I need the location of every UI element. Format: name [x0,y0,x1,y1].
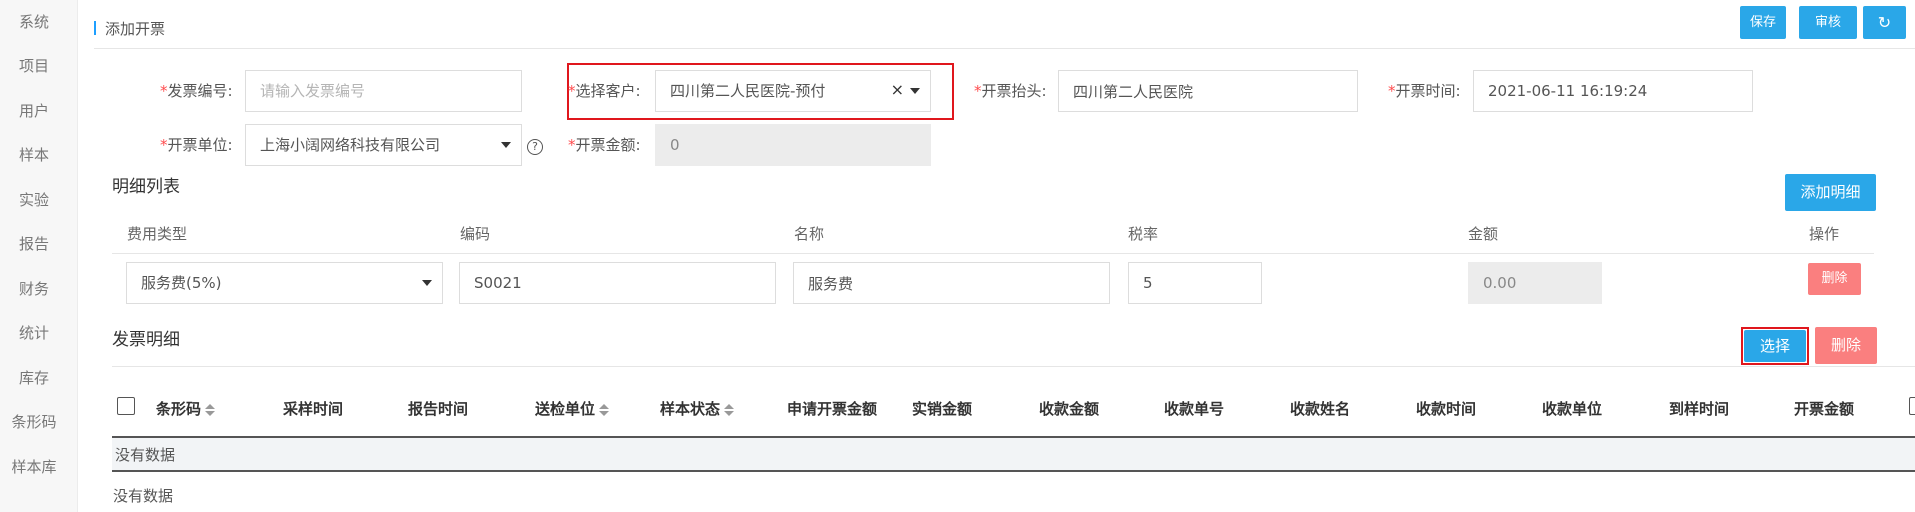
customer-label: *选择客户: [568,82,641,100]
detail-header-divider [112,253,1874,254]
select-button[interactable]: 选择 [1744,330,1806,362]
col-code: 编码 [460,225,491,243]
customer-select[interactable]: 四川第二人民医院-预付 × [655,70,931,112]
header-divider [94,48,1915,49]
fee-type-value: 服务费(5%) [141,274,222,292]
empty-row: 没有数据 [112,438,1915,470]
refresh-icon: ↻ [1877,13,1892,32]
customer-value: 四川第二人民医院-预付 [670,82,826,100]
col-amount: 金额 [1468,225,1499,243]
issuer-select[interactable]: 上海小阔网络科技有限公司 [245,124,522,166]
code-input[interactable] [459,262,776,304]
invoice-header-input[interactable] [1058,70,1358,112]
tax-rate-input[interactable] [1128,262,1262,304]
column-toggle-checkbox[interactable] [1909,397,1915,415]
col-sample-status[interactable]: 样本状态 [660,398,735,419]
sidebar-item-system[interactable]: 系统 [0,12,68,32]
sidebar-item-finance[interactable]: 财务 [0,279,68,299]
sidebar-item-experiment[interactable]: 实验 [0,190,68,210]
invoice-section-divider [112,366,1915,367]
select-all-checkbox[interactable] [117,397,135,415]
col-submitting-unit[interactable]: 送检单位 [535,398,610,419]
col-sampling-time: 采样时间 [283,400,344,418]
chevron-down-icon [501,142,511,148]
invoice-time-input[interactable] [1473,70,1753,112]
issuer-value: 上海小阔网络科技有限公司 [260,136,441,154]
sidebar-item-barcode[interactable]: 条形码 [0,412,68,432]
col-requested-amount: 申请开票金额 [787,400,878,418]
empty-text: 没有数据 [115,446,176,464]
sort-icon [599,403,610,417]
chevron-down-icon [910,88,920,94]
amount-input [655,124,931,166]
col-arrival-time: 到样时间 [1669,400,1730,418]
col-name: 名称 [794,225,825,243]
invoice-detail-title: 发票明细 [112,330,180,350]
col-payer-name: 收款姓名 [1290,400,1351,418]
name-input[interactable] [793,262,1110,304]
invoice-no-label: *发票编号: [160,82,233,100]
save-button[interactable]: 保存 [1740,6,1786,39]
sidebar-item-sample[interactable]: 样本 [0,145,68,165]
col-barcode[interactable]: 条形码 [156,398,216,419]
col-invoice-amount: 开票金额 [1794,400,1855,418]
amount-label: *开票金额: [568,136,641,154]
sidebar-item-statistics[interactable]: 统计 [0,323,68,343]
clear-icon[interactable]: × [891,80,904,100]
col-fee-type: 费用类型 [127,225,188,243]
row-amount-input [1468,262,1602,304]
col-receipt-no: 收款单号 [1164,400,1225,418]
audit-button[interactable]: 审核 [1799,6,1857,39]
sidebar-item-sample-library[interactable]: 样本库 [0,457,68,477]
col-payment-time: 收款时间 [1416,400,1477,418]
refresh-button[interactable]: ↻ [1863,6,1906,39]
sidebar-item-report[interactable]: 报告 [0,234,68,254]
grid-footer-divider [112,470,1915,472]
chevron-down-icon [422,280,432,286]
sidebar-item-inventory[interactable]: 库存 [0,368,68,388]
delete-row-button[interactable]: 删除 [1808,263,1861,295]
col-payment-unit: 收款单位 [1542,400,1603,418]
help-icon[interactable]: ? [527,139,543,155]
sidebar-item-user[interactable]: 用户 [0,101,68,121]
add-detail-button[interactable]: 添加明细 [1785,174,1876,211]
title-accent-bar [94,21,96,35]
sort-icon [724,403,735,417]
invoice-time-label: *开票时间: [1388,82,1461,100]
col-actual-amount: 实销金额 [912,400,973,418]
sort-icon [205,403,216,417]
col-received-amount: 收款金额 [1039,400,1100,418]
page-title: 添加开票 [105,20,166,38]
col-action: 操作 [1809,225,1840,243]
empty-text-footer: 没有数据 [113,487,174,505]
col-report-time: 报告时间 [408,400,469,418]
col-tax-rate: 税率 [1128,225,1159,243]
delete-invoice-button[interactable]: 删除 [1815,327,1877,364]
fee-type-select[interactable]: 服务费(5%) [126,262,443,304]
invoice-header-label: *开票抬头: [974,82,1047,100]
sidebar: 系统 项目 用户 样本 实验 报告 财务 统计 库存 条形码 样本库 [0,0,78,512]
issuer-label: *开票单位: [160,136,233,154]
detail-list-title: 明细列表 [112,177,180,197]
sidebar-item-project[interactable]: 项目 [0,56,68,76]
invoice-no-input[interactable] [245,70,522,112]
